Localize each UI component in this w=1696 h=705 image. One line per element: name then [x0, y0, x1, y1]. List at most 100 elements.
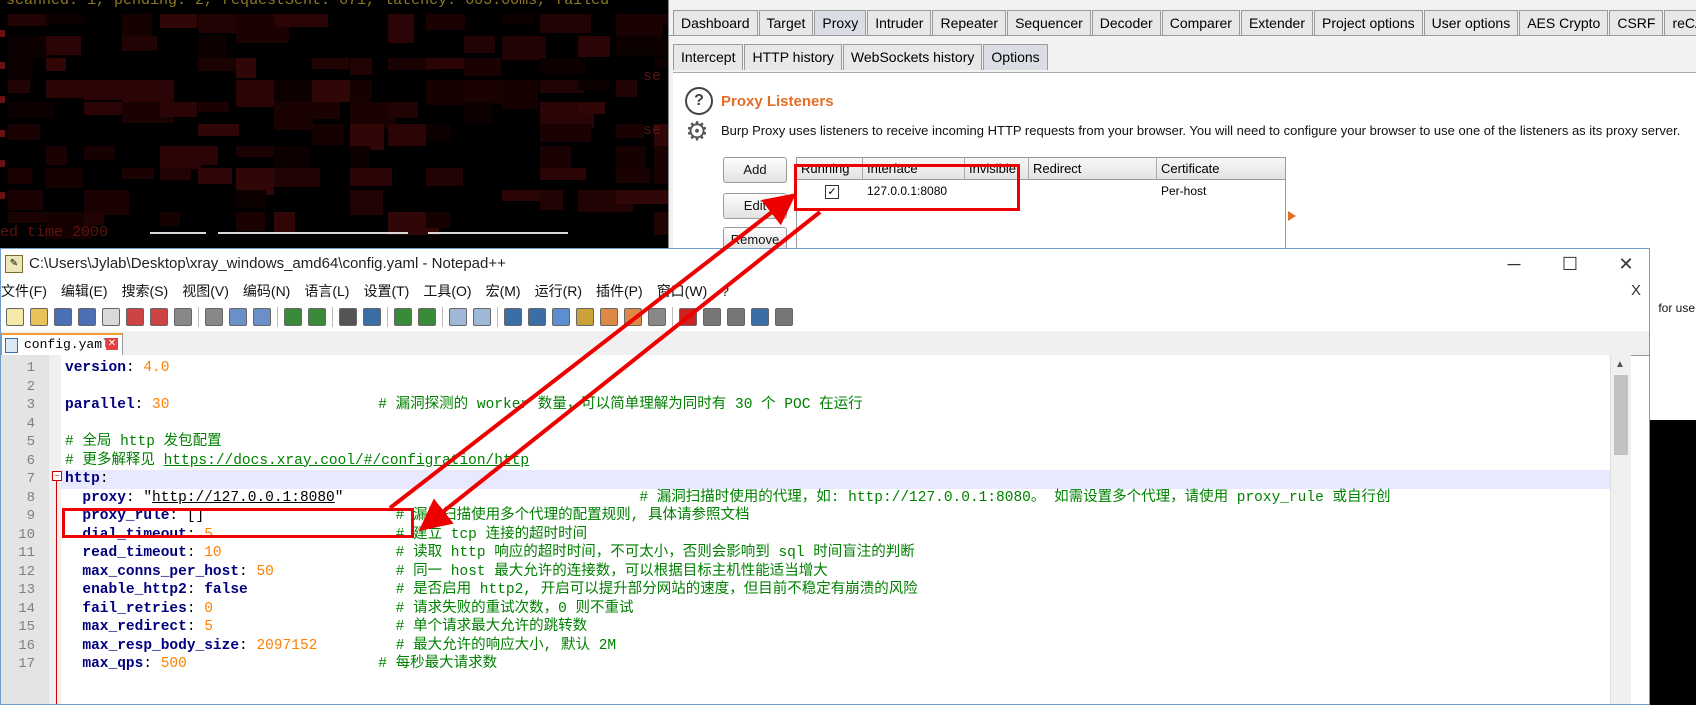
- toolbar-button-icon[interactable]: [308, 308, 326, 326]
- toolbar-button-icon[interactable]: [253, 308, 271, 326]
- terminal-block: [122, 168, 154, 179]
- tab-decoder[interactable]: Decoder: [1091, 10, 1161, 36]
- toolbar-button-icon[interactable]: [504, 308, 522, 326]
- subtab-options[interactable]: Options: [983, 44, 1048, 70]
- toolbar-button-icon[interactable]: [775, 308, 793, 326]
- toolbar-button-icon[interactable]: [284, 308, 302, 326]
- menu-item-5[interactable]: 语言(L): [304, 281, 349, 301]
- toolbar-button-icon[interactable]: [751, 308, 769, 326]
- help-icon[interactable]: ?: [685, 87, 713, 115]
- code-line[interactable]: read_timeout: 10 # 读取 http 响应的超时时间，不可太小，…: [65, 544, 914, 563]
- yaml-key: parallel: [65, 397, 135, 413]
- code-line[interactable]: enable_http2: false # 是否启用 http2, 开启可以提升…: [65, 581, 917, 600]
- expand-arrow-icon[interactable]: [1288, 211, 1296, 221]
- toolbar-button-icon[interactable]: [229, 308, 247, 326]
- yaml-number: 0: [204, 600, 213, 617]
- code-line[interactable]: max_resp_body_size: 2097152 # 最大允许的响应大小,…: [65, 637, 616, 656]
- close-document-icon[interactable]: X: [1631, 279, 1641, 303]
- menu-item-10[interactable]: 插件(P): [596, 281, 643, 301]
- menu-item-6[interactable]: 设置(T): [363, 281, 409, 301]
- menu-item-3[interactable]: 视图(V): [182, 281, 229, 301]
- code-line[interactable]: # 更多解释见 https://docs.xray.cool/#/configr…: [65, 452, 529, 471]
- tab-proxy[interactable]: Proxy: [814, 10, 867, 36]
- menu-item-7[interactable]: 工具(O): [423, 281, 471, 301]
- column-redirect[interactable]: Redirect: [1029, 158, 1157, 179]
- toolbar-button-icon[interactable]: [6, 308, 24, 326]
- toolbar-button-icon[interactable]: [30, 308, 48, 326]
- section-description: Burp Proxy uses listeners to receive inc…: [721, 123, 1681, 138]
- scrollbar-thumb[interactable]: [1614, 375, 1628, 455]
- edit-listener-button[interactable]: Edit: [723, 193, 787, 219]
- code-line[interactable]: max_conns_per_host: 50 # 同一 host 最大允许的连接…: [65, 563, 827, 582]
- toolbar-button-icon[interactable]: [624, 308, 642, 326]
- toolbar-button-icon[interactable]: [679, 308, 697, 326]
- tab-user-options[interactable]: User options: [1423, 10, 1519, 36]
- toolbar-button-icon[interactable]: [727, 308, 745, 326]
- tab-dashboard[interactable]: Dashboard: [673, 10, 758, 36]
- menu-item-8[interactable]: 宏(M): [486, 281, 521, 301]
- menu-item-2[interactable]: 搜索(S): [122, 281, 169, 301]
- code-line[interactable]: http:: [65, 470, 109, 489]
- maximize-button[interactable]: ☐: [1547, 249, 1593, 279]
- terminal-block: [540, 146, 571, 168]
- tab-comparer[interactable]: Comparer: [1161, 10, 1240, 36]
- column-certificate[interactable]: Certificate: [1157, 158, 1285, 179]
- toolbar-button-icon[interactable]: [339, 308, 357, 326]
- code-line[interactable]: fail_retries: 0 # 请求失败的重试次数，0 则不重试: [65, 600, 633, 619]
- menu-item-9[interactable]: 运行(R): [535, 281, 582, 301]
- terminal-block: [46, 146, 67, 165]
- terminal-block: [236, 212, 265, 231]
- minimize-button[interactable]: ─: [1491, 249, 1537, 279]
- tab-repeater[interactable]: Repeater: [932, 10, 1007, 36]
- menu-item-4[interactable]: 编码(N): [243, 281, 290, 301]
- toolbar-button-icon[interactable]: [394, 308, 412, 326]
- menu-item-11[interactable]: 窗口(W): [657, 281, 708, 301]
- toolbar-button-icon[interactable]: [528, 308, 546, 326]
- menu-item-0[interactable]: 文件(F): [1, 281, 47, 301]
- toolbar-button-icon[interactable]: [126, 308, 144, 326]
- subtab-http-history[interactable]: HTTP history: [744, 44, 842, 70]
- code-line[interactable]: max_redirect: 5 # 单个请求最大允许的跳转数: [65, 618, 587, 637]
- toolbar-button-icon[interactable]: [449, 308, 467, 326]
- toolbar-button-icon[interactable]: [54, 308, 72, 326]
- terminal-block: [274, 146, 309, 169]
- code-line[interactable]: parallel: 30 # 漏洞探测的 worker 数量，可以简单理解为同时…: [65, 396, 863, 415]
- toolbar-button-icon[interactable]: [552, 308, 570, 326]
- subtab-websockets-history[interactable]: WebSockets history: [842, 44, 983, 70]
- tab-target[interactable]: Target: [758, 10, 814, 36]
- toolbar-button-icon[interactable]: [600, 308, 618, 326]
- subtab-intercept[interactable]: Intercept: [673, 44, 744, 70]
- tab-project-options[interactable]: Project options: [1314, 10, 1423, 36]
- toolbar-button-icon[interactable]: [205, 308, 223, 326]
- tab-csrf[interactable]: CSRF: [1609, 10, 1664, 36]
- code-line[interactable]: max_qps: 500 # 每秒最大请求数: [65, 655, 497, 674]
- toolbar-button-icon[interactable]: [703, 308, 721, 326]
- code-line[interactable]: version: 4.0: [65, 359, 169, 378]
- fold-toggle-icon[interactable]: −: [52, 471, 62, 481]
- toolbar-button-icon[interactable]: [102, 308, 120, 326]
- add-listener-button[interactable]: Add: [723, 157, 787, 183]
- toolbar-button-icon[interactable]: [174, 308, 192, 326]
- toolbar-button-icon[interactable]: [78, 308, 96, 326]
- tab-extender[interactable]: Extender: [1240, 10, 1313, 36]
- tab-intruder[interactable]: Intruder: [867, 10, 932, 36]
- code-line[interactable]: # 全局 http 发包配置: [65, 433, 222, 452]
- toolbar-button-icon[interactable]: [418, 308, 436, 326]
- tab-sequencer[interactable]: Sequencer: [1007, 10, 1091, 36]
- tab-aes-crypto[interactable]: AES Crypto: [1519, 10, 1609, 36]
- menu-item-1[interactable]: 编辑(E): [61, 281, 108, 301]
- toolbar-button-icon[interactable]: [473, 308, 491, 326]
- code-line[interactable]: proxy: "http://127.0.0.1:8080" # 漏洞扫描时使用…: [65, 489, 1390, 508]
- scroll-up-icon[interactable]: ▲: [1615, 359, 1625, 370]
- toolbar-button-icon[interactable]: [648, 308, 666, 326]
- close-tab-icon[interactable]: ✕: [106, 338, 118, 350]
- tab-config-yaml[interactable]: config.yaml ✕: [1, 333, 123, 355]
- close-button[interactable]: ✕: [1603, 249, 1649, 279]
- toolbar-button-icon[interactable]: [363, 308, 381, 326]
- terminal-block: [464, 36, 495, 53]
- vertical-scrollbar[interactable]: ▲: [1610, 355, 1631, 704]
- menu-item-12[interactable]: ?: [721, 283, 729, 299]
- toolbar-button-icon[interactable]: [150, 308, 168, 326]
- tab-recaptcha[interactable]: reCAPTCHA: [1664, 10, 1696, 36]
- toolbar-button-icon[interactable]: [576, 308, 594, 326]
